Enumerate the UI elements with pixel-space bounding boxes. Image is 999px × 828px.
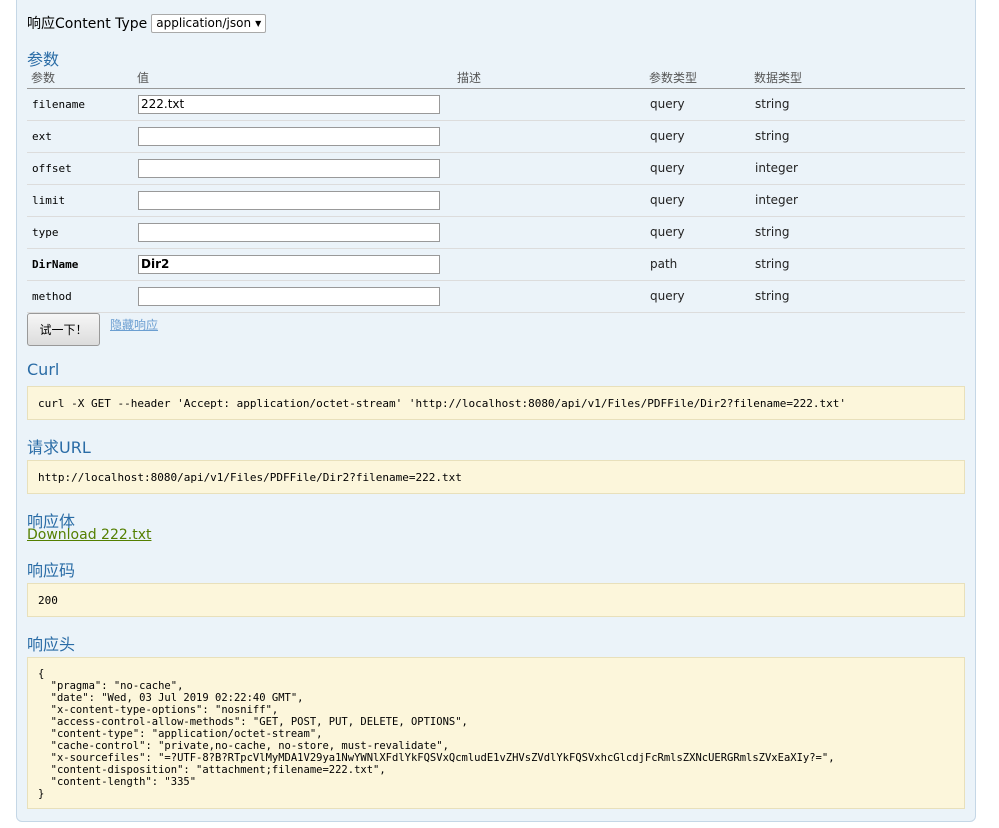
params-title: 参数 bbox=[27, 50, 60, 69]
param-row: filename 222.txt query string bbox=[27, 88, 965, 121]
request-url-title: 请求URL bbox=[27, 438, 91, 457]
request-url-block: http://localhost:8080/api/v1/Files/PDFFi… bbox=[27, 460, 965, 494]
param-type: path bbox=[645, 248, 750, 281]
param-row: offset query integer bbox=[27, 152, 965, 185]
response-headers-title: 响应头 bbox=[27, 635, 76, 654]
param-name: method bbox=[27, 280, 133, 313]
response-code-block: 200 bbox=[27, 583, 965, 617]
param-name: type bbox=[27, 216, 133, 249]
content-type-value: application/json bbox=[156, 16, 252, 30]
params-table: 参数 值 描述 参数类型 数据类型 filename 222.txt query… bbox=[27, 68, 965, 313]
param-row: ext query string bbox=[27, 120, 965, 153]
param-description bbox=[453, 216, 645, 249]
param-type: query bbox=[645, 120, 750, 153]
param-name: DirName bbox=[27, 248, 133, 281]
param-value-input[interactable] bbox=[138, 158, 440, 178]
response-content-type: 响应Content Type application/json ▼ bbox=[27, 13, 267, 33]
param-type: query bbox=[645, 88, 750, 121]
param-type: query bbox=[645, 216, 750, 249]
curl-command: curl -X GET --header 'Accept: applicatio… bbox=[38, 396, 846, 410]
data-type: integer bbox=[750, 184, 965, 217]
content-type-label: 响应Content Type bbox=[27, 16, 148, 32]
data-type: string bbox=[750, 248, 965, 281]
param-name: filename bbox=[27, 88, 133, 121]
param-value-input[interactable]: 222.txt bbox=[138, 94, 440, 114]
param-row: type query string bbox=[27, 216, 965, 249]
curl-block: curl -X GET --header 'Accept: applicatio… bbox=[27, 386, 965, 420]
data-type: string bbox=[750, 120, 965, 153]
param-description bbox=[453, 88, 645, 121]
param-description bbox=[453, 120, 645, 153]
try-it-out-button[interactable]: 试一下！ bbox=[27, 313, 100, 346]
param-value-input[interactable] bbox=[138, 222, 440, 242]
param-row: limit query integer bbox=[27, 184, 965, 217]
param-description bbox=[453, 184, 645, 217]
hide-response-link[interactable]: 隐藏响应 bbox=[110, 316, 158, 333]
chevron-down-icon: ▼ bbox=[255, 18, 262, 28]
param-row: DirName Dir2 path string bbox=[27, 248, 965, 281]
param-value-input[interactable] bbox=[138, 126, 440, 146]
col-header: 参数 bbox=[27, 68, 133, 89]
response-code-value: 200 bbox=[38, 593, 58, 607]
col-header: 参数类型 bbox=[645, 68, 750, 89]
params-header-row: 参数 值 描述 参数类型 数据类型 bbox=[27, 68, 965, 89]
col-header: 描述 bbox=[453, 68, 645, 89]
col-header: 值 bbox=[133, 68, 453, 89]
response-headers-block: { "pragma": "no-cache", "date": "Wed, 03… bbox=[27, 657, 965, 809]
download-link[interactable]: Download 222.txt bbox=[27, 527, 151, 543]
data-type: integer bbox=[750, 152, 965, 185]
param-name: offset bbox=[27, 152, 133, 185]
param-value-input[interactable] bbox=[138, 286, 440, 306]
param-name: limit bbox=[27, 184, 133, 217]
param-type: query bbox=[645, 184, 750, 217]
request-url-text: http://localhost:8080/api/v1/Files/PDFFi… bbox=[38, 470, 462, 484]
param-value-input[interactable] bbox=[138, 190, 440, 210]
param-name: ext bbox=[27, 120, 133, 153]
data-type: string bbox=[750, 280, 965, 313]
param-description bbox=[453, 152, 645, 185]
param-type: query bbox=[645, 280, 750, 313]
param-type: query bbox=[645, 152, 750, 185]
param-value-input[interactable]: Dir2 bbox=[138, 254, 440, 274]
curl-title: Curl bbox=[27, 360, 60, 379]
response-code-title: 响应码 bbox=[27, 561, 76, 580]
param-row: method query string bbox=[27, 280, 965, 313]
data-type: string bbox=[750, 216, 965, 249]
data-type: string bbox=[750, 88, 965, 121]
param-description bbox=[453, 248, 645, 281]
param-description bbox=[453, 280, 645, 313]
col-header: 数据类型 bbox=[750, 68, 965, 89]
content-type-select[interactable]: application/json ▼ bbox=[151, 13, 267, 33]
